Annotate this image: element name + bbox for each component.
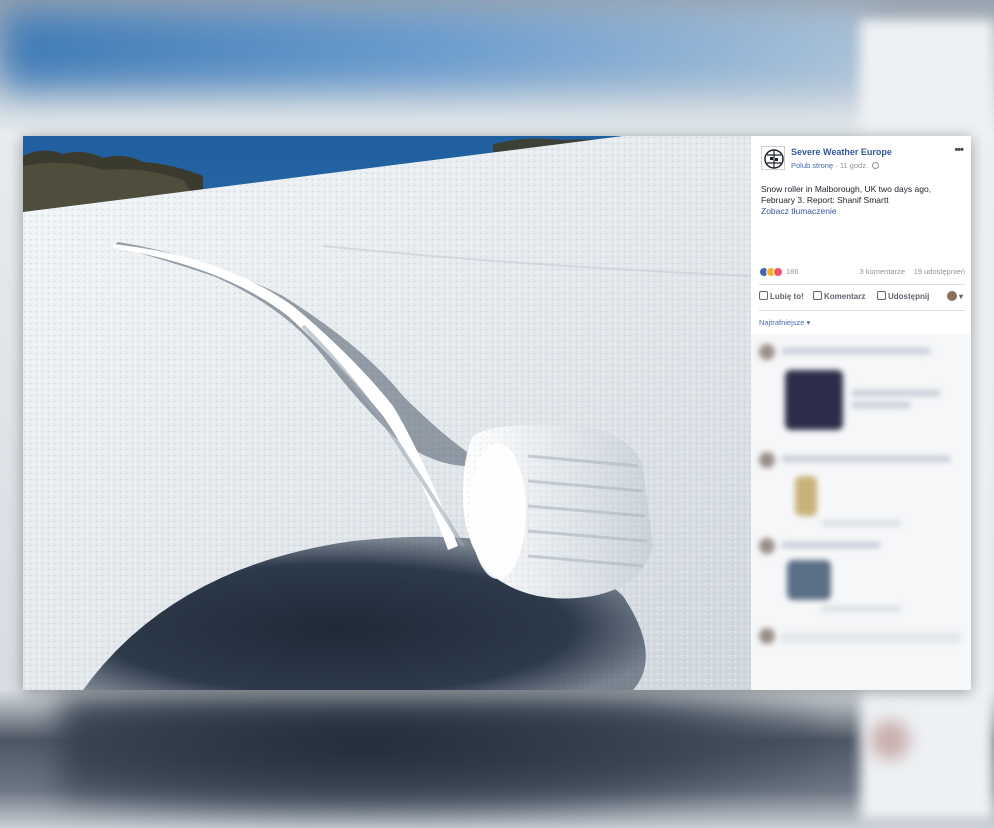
comment-label: Komentarz [824, 292, 866, 301]
divider [759, 310, 965, 311]
comment-avatar [759, 344, 775, 360]
share-icon [877, 291, 886, 300]
share-button[interactable]: Udostępnij [877, 291, 929, 301]
post-time[interactable]: 11 godz. [840, 161, 868, 170]
page-avatar[interactable] [761, 146, 785, 170]
blurred-avatar [870, 720, 910, 760]
love-reaction-icon [773, 267, 783, 277]
comments-count-link[interactable]: 3 komentarze [860, 267, 905, 276]
globe-icon [872, 162, 880, 169]
comment-line [851, 402, 911, 408]
comment-icon [813, 291, 822, 300]
comment-image [787, 560, 831, 600]
user-avatar [946, 291, 957, 301]
comment-line [851, 390, 941, 396]
like-label: Lubię to! [770, 292, 804, 301]
comment-avatar [759, 538, 775, 554]
comment-line [781, 456, 951, 462]
comment-line [781, 348, 931, 354]
post-side-panel: Severe Weather Europe Polub stronę · 11 … [751, 136, 971, 690]
more-options-icon[interactable]: ••• [954, 144, 964, 156]
reactions-row: 186 3 komentarze 19 udostępnień [759, 266, 965, 280]
blurred-shadow [60, 695, 820, 815]
share-label: Udostępnij [888, 292, 930, 301]
post-actions: Lubię to! Komentarz Udostępnij ▾ [759, 291, 965, 305]
page-name-link[interactable]: Severe Weather Europe [791, 147, 892, 157]
comment-line [821, 520, 901, 526]
thumbs-up-icon [759, 291, 768, 300]
shares-count-link[interactable]: 19 udostępnień [914, 267, 965, 276]
comments-area [751, 334, 971, 690]
blurred-comments [751, 334, 971, 690]
reaction-icons[interactable] [759, 267, 789, 277]
page-logo-icon [764, 149, 784, 169]
comment-line [781, 542, 881, 548]
comment-image [785, 370, 843, 430]
photo-lightbox: Severe Weather Europe Polub stronę · 11 … [23, 136, 971, 690]
blurred-sky [0, 10, 870, 90]
comment-input-blur [781, 632, 961, 644]
reaction-count[interactable]: 186 [786, 267, 799, 276]
comment-sort-dropdown[interactable]: Najtrafniejsze ▾ [759, 318, 810, 327]
post-text: Snow roller in Malborough, UK two days a… [761, 184, 932, 205]
post-header: Severe Weather Europe Polub stronę · 11 … [751, 136, 971, 176]
comment-avatar [759, 628, 775, 644]
snow-roller-photo [23, 136, 751, 690]
divider [759, 284, 965, 285]
reaction-as-selector[interactable]: ▾ [946, 291, 963, 301]
like-page-link[interactable]: Polub stronę [791, 161, 833, 170]
chevron-down-icon: ▾ [956, 292, 963, 301]
like-button[interactable]: Lubię to! [759, 291, 804, 301]
post-photo[interactable] [23, 136, 751, 690]
comment-avatar [759, 452, 775, 468]
comment-button[interactable]: Komentarz [813, 291, 865, 301]
post-meta: Polub stronę · 11 godz. [791, 161, 880, 170]
comment-line [821, 606, 901, 612]
comment-image [795, 476, 817, 516]
see-translation-link[interactable]: Zobacz tłumaczenie [761, 206, 837, 216]
